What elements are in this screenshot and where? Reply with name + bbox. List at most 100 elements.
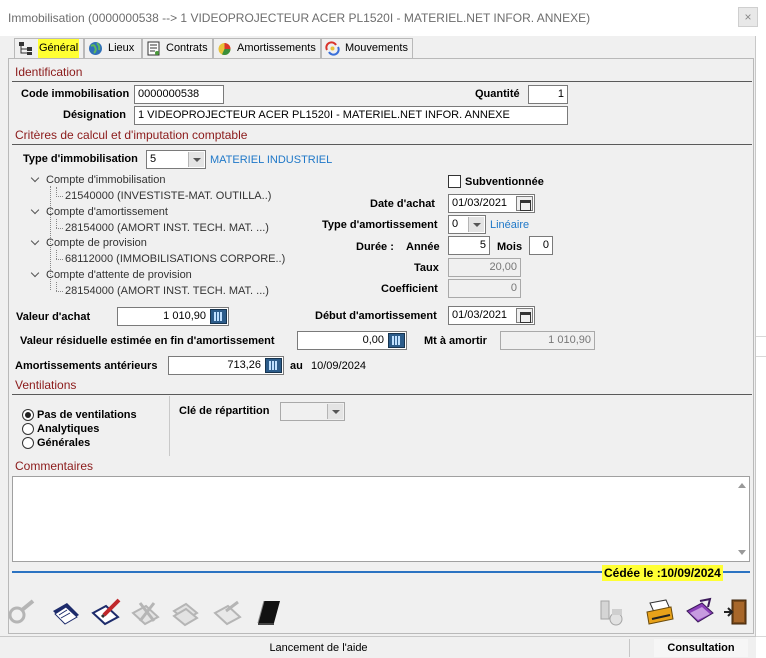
commentaires-textarea[interactable]	[12, 476, 750, 562]
tree-branch	[56, 250, 57, 259]
coefficient-field: 0	[448, 279, 521, 298]
status-bar: Lancement de l'aide Consultation	[0, 636, 756, 658]
quantite-label: Quantité	[475, 88, 520, 100]
immobilisation-window: Immobilisation (0000000538 --> 1 VIDEOPR…	[0, 0, 758, 658]
quantite-field[interactable]: 1	[528, 85, 568, 104]
movement-icon	[325, 41, 340, 56]
subventionnee-label: Subventionnée	[465, 176, 544, 188]
calculator-icon[interactable]	[210, 309, 227, 324]
tree-item[interactable]: 28154000 (AMORT INST. TECH. MAT. ...)	[65, 285, 269, 297]
designation-field[interactable]: 1 VIDEOPROJECTEUR ACER PL1520I - MATERIE…	[134, 106, 568, 125]
type-immobilisation-value: 5	[150, 153, 157, 165]
book-icon[interactable]	[252, 597, 284, 627]
section-ventilations: Ventilations	[15, 378, 77, 392]
globe-icon	[89, 42, 102, 55]
valeur-residuelle-value: 0,00	[362, 334, 384, 346]
edit-icon[interactable]	[90, 597, 122, 627]
debut-amortissement-value: 01/03/2021	[452, 309, 508, 321]
help-status: Lancement de l'aide	[8, 639, 630, 657]
type-immobilisation-desc: MATERIEL INDUSTRIEL	[210, 154, 333, 166]
tree-branch	[56, 219, 57, 228]
copy-icon[interactable]	[170, 597, 202, 627]
history-icon[interactable]	[212, 597, 244, 627]
type-amortissement-desc: Linéaire	[490, 219, 530, 231]
analytiques-label: Analytiques	[37, 423, 100, 435]
tree-branch	[56, 228, 63, 229]
valeur-achat-label: Valeur d'achat	[16, 311, 91, 323]
close-button[interactable]: ×	[738, 7, 758, 27]
calculator-icon[interactable]	[388, 333, 405, 348]
annee-field[interactable]: 5	[448, 236, 490, 255]
calendar-icon[interactable]	[516, 196, 533, 211]
tree-compte-attente-provision[interactable]: Compte d'attente de provision	[46, 269, 192, 281]
subventionnee-checkbox[interactable]	[448, 175, 461, 188]
tab-contrats-label: Contrats	[166, 42, 208, 54]
tree-compte-immobilisation[interactable]: Compte d'immobilisation	[46, 174, 165, 186]
valeur-achat-field[interactable]: 1 010,90	[117, 307, 229, 326]
tree-item[interactable]: 21540000 (INVESTISTE-MAT. OUTILLA..)	[65, 190, 271, 202]
calendar-icon[interactable]	[516, 308, 533, 323]
scroll-down-icon[interactable]	[738, 550, 746, 555]
annee-label: Année	[406, 241, 440, 253]
date-achat-value: 01/03/2021	[452, 197, 508, 209]
pas-de-ventilations-label: Pas de ventilations	[37, 409, 137, 421]
cle-repartition-select[interactable]	[280, 402, 345, 421]
window-title: Immobilisation (0000000538 --> 1 VIDEOPR…	[8, 11, 591, 25]
hierarchy-icon	[19, 42, 32, 55]
print-icon[interactable]	[644, 597, 676, 627]
designation-label: Désignation	[63, 109, 126, 121]
tab-amortissements[interactable]: Amortissements	[213, 38, 321, 58]
type-immobilisation-select[interactable]: 5	[146, 150, 206, 169]
tree-item[interactable]: 68112000 (IMMOBILISATIONS CORPORE..)	[65, 253, 285, 265]
pie-chart-icon	[218, 43, 231, 56]
tab-general[interactable]: Général	[14, 38, 84, 58]
date-achat-label: Date d'achat	[370, 198, 435, 210]
contract-icon	[147, 41, 160, 56]
archive-icon[interactable]	[596, 597, 628, 627]
tree-item[interactable]: 28154000 (AMORT INST. TECH. MAT. ...)	[65, 222, 269, 234]
valeur-residuelle-field[interactable]: 0,00	[297, 331, 407, 350]
background-line	[756, 336, 766, 337]
chevron-down-icon[interactable]	[468, 217, 484, 232]
tab-amortissements-label: Amortissements	[237, 42, 316, 54]
au-date: 10/09/2024	[311, 360, 367, 372]
tab-contrats[interactable]: Contrats	[142, 38, 213, 58]
tree-compte-amortissement[interactable]: Compte d'amortissement	[46, 206, 168, 218]
code-immobilisation-field[interactable]: 0000000538	[134, 85, 224, 104]
mode-status: Consultation	[654, 639, 748, 657]
date-achat-field[interactable]: 01/03/2021	[448, 194, 535, 213]
divider	[12, 144, 752, 145]
type-amortissement-select[interactable]: 0	[448, 215, 486, 234]
duree-label: Durée :	[356, 241, 394, 253]
validate-icon[interactable]	[50, 597, 82, 627]
tree-branch	[56, 291, 63, 292]
amortissements-anterieurs-field[interactable]: 713,26	[168, 356, 284, 375]
debut-amortissement-field[interactable]: 01/03/2021	[448, 306, 535, 325]
divider	[169, 396, 170, 456]
radio-generales[interactable]	[22, 437, 34, 449]
radio-analytiques[interactable]	[22, 423, 34, 435]
search-icon[interactable]	[6, 597, 38, 627]
calculator-icon[interactable]	[265, 358, 282, 373]
type-immobilisation-label: Type d'immobilisation	[23, 153, 138, 165]
valeur-achat-value: 1 010,90	[163, 310, 206, 322]
tab-lieux-label: Lieux	[108, 42, 135, 54]
exit-door-icon[interactable]	[722, 597, 754, 627]
mois-field[interactable]: 0	[529, 236, 553, 255]
chevron-down-icon[interactable]	[327, 404, 343, 419]
title-bar: Immobilisation (0000000538 --> 1 VIDEOPR…	[0, 0, 758, 36]
section-criteres: Critères de calcul et d'imputation compt…	[15, 128, 248, 142]
tab-lieux[interactable]: Lieux	[84, 38, 142, 58]
code-label: Code immobilisation	[21, 88, 130, 100]
tree-compte-provision[interactable]: Compte de provision	[46, 237, 147, 249]
export-icon[interactable]	[684, 597, 716, 627]
chevron-down-icon[interactable]	[188, 152, 204, 167]
section-identification: Identification	[15, 65, 83, 79]
tab-mouvements[interactable]: Mouvements	[321, 38, 413, 58]
valeur-residuelle-label: Valeur résiduelle estimée en fin d'amort…	[20, 335, 275, 347]
scroll-up-icon[interactable]	[738, 483, 746, 488]
mt-amortir-label: Mt à amortir	[424, 335, 487, 347]
delete-icon[interactable]	[130, 597, 162, 627]
mt-amortir-field: 1 010,90	[500, 331, 595, 350]
radio-pas-de-ventilations[interactable]	[22, 409, 34, 421]
